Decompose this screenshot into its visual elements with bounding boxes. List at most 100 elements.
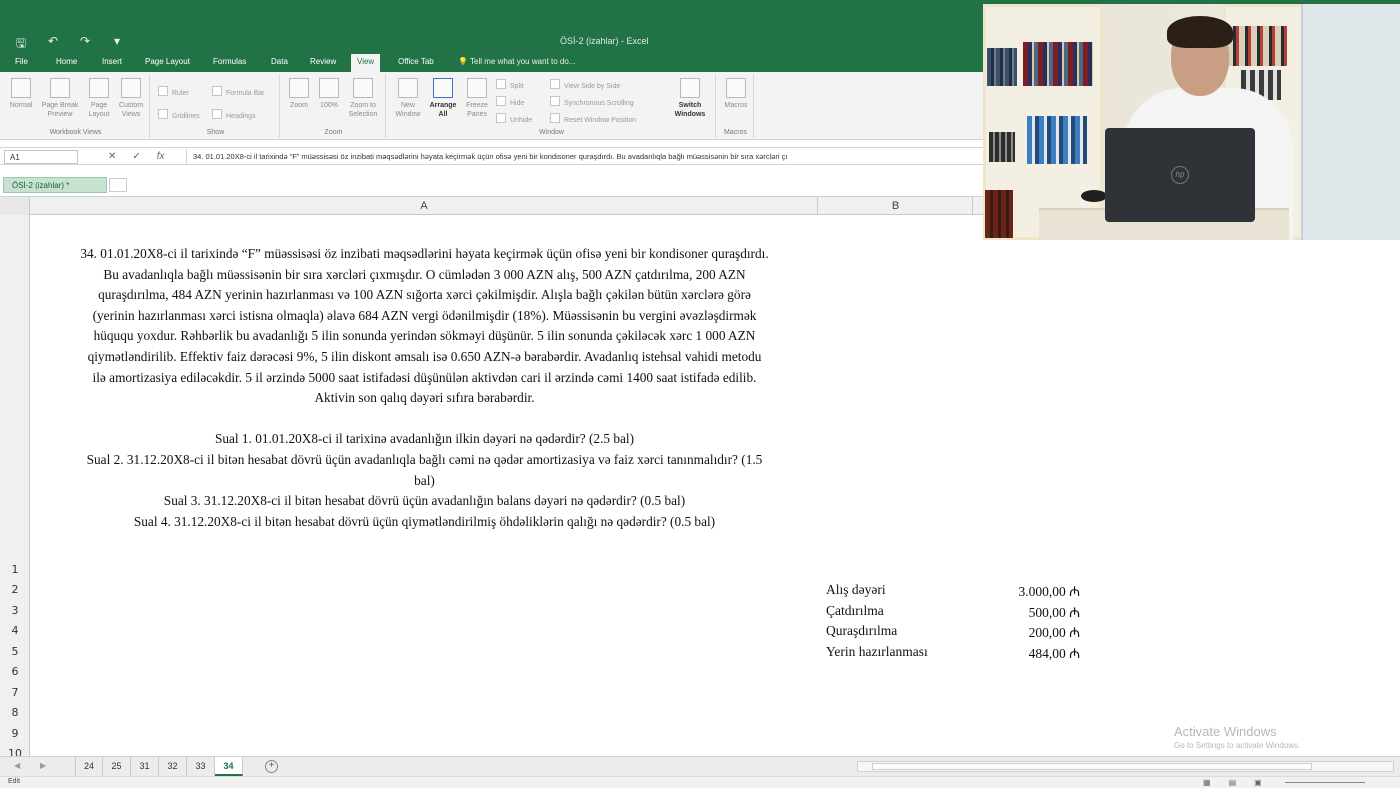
cost-value-site-prep[interactable]: 484,00 ₼ <box>1029 644 1080 662</box>
group-label-macros: Macros <box>724 129 747 136</box>
cost-label-delivery[interactable]: Çatdırılma <box>826 603 884 619</box>
headings-checkbox[interactable]: Headings <box>212 109 256 120</box>
group-label-window: Window <box>539 129 564 136</box>
row-header[interactable]: 1 <box>0 563 30 576</box>
custom-views-button[interactable]: Custom Views <box>114 78 148 119</box>
synchronous-scrolling-button[interactable]: Synchronous Scrolling <box>550 96 634 107</box>
gridlines-checkbox[interactable]: Gridlines <box>158 109 200 120</box>
page-break-label: Page Break Preview <box>41 102 79 118</box>
column-header-a[interactable]: A <box>31 197 818 215</box>
normal-view-button[interactable]: Normal <box>6 78 36 110</box>
formula-bar-checkbox[interactable]: Formula Bar <box>212 86 265 97</box>
tell-me-text: Tell me what you want to do... <box>470 57 576 66</box>
ruler-checkbox[interactable]: Ruler <box>158 86 189 97</box>
page-break-view-icon[interactable]: ▣ <box>1254 778 1262 787</box>
horizontal-scrollbar-thumb[interactable] <box>872 763 1312 770</box>
normal-view-label: Normal <box>9 102 33 109</box>
row-header[interactable]: 10 <box>0 747 30 756</box>
formula-input[interactable]: 34. 01.01.20X8-ci il tarixində “F” müəss… <box>186 149 983 164</box>
sheet-tab[interactable]: 24 <box>75 757 103 776</box>
normal-view-icon[interactable]: ▦ <box>1203 778 1211 787</box>
row-header[interactable]: 3 <box>0 604 30 617</box>
page-layout-view-button[interactable]: Page Layout <box>86 78 112 119</box>
tab-insert[interactable]: Insert <box>102 57 122 66</box>
arrange-all-button[interactable]: Arrange All <box>426 78 460 119</box>
tab-home[interactable]: Home <box>56 57 77 66</box>
column-header-b[interactable]: B <box>819 197 973 215</box>
question-line: hüququ yoxdur. Rəhbərlik bu avadanlığı 5… <box>93 328 756 344</box>
tab-data[interactable]: Data <box>271 57 288 66</box>
enter-icon[interactable]: ✓ <box>132 151 140 162</box>
scroll-tabs-right-icon[interactable]: ▶ <box>40 761 46 770</box>
cost-value-delivery[interactable]: 500,00 ₼ <box>1029 603 1080 621</box>
customize-qat-icon[interactable]: ▾ <box>110 34 124 55</box>
page-break-preview-button[interactable]: Page Break Preview <box>38 78 82 119</box>
sheet-tab[interactable]: 33 <box>187 757 215 776</box>
zoom-button[interactable]: Zoom <box>286 78 312 110</box>
sheet-tab-active[interactable]: 34 <box>215 757 243 776</box>
row-header[interactable]: 2 <box>0 583 30 596</box>
sual-2: Sual 2. 31.12.20X8-ci il bitən hesabat d… <box>86 451 763 467</box>
sheet-tab[interactable]: 31 <box>131 757 159 776</box>
row-header[interactable]: 9 <box>0 727 30 740</box>
tab-formulas[interactable]: Formulas <box>213 57 246 66</box>
row-header[interactable]: 7 <box>0 686 30 699</box>
zoom-slider[interactable] <box>1285 782 1365 783</box>
sheet-tab-bar: ◀ ▶ 24 25 31 32 33 34 + <box>0 756 1400 776</box>
zoom-to-selection-button[interactable]: Zoom to Selection <box>344 78 382 119</box>
view-side-by-side-button[interactable]: View Side by Side <box>550 79 620 90</box>
group-window: New Window Arrange All Freeze Panes Spli… <box>388 74 716 138</box>
switch-windows-button[interactable]: Switch Windows <box>668 78 712 119</box>
books <box>1027 116 1087 164</box>
row-header[interactable]: 5 <box>0 645 30 658</box>
presenter-hair <box>1167 16 1233 48</box>
row-headers: 1 2 3 4 5 6 7 8 9 10 <box>0 215 30 756</box>
arrange-all-label: Arrange All <box>429 102 457 118</box>
cost-value-installation[interactable]: 200,00 ₼ <box>1029 623 1080 641</box>
cost-value-purchase[interactable]: 3.000,00 ₼ <box>1018 582 1080 600</box>
question-cell-a1[interactable]: 34. 01.01.20X8-ci il tarixində “F” müəss… <box>31 244 818 532</box>
save-icon[interactable]: 🖫 <box>14 34 28 55</box>
select-all-corner[interactable] <box>0 197 30 215</box>
sual-2-continued: bal) <box>414 472 435 488</box>
sheet-tab[interactable]: 32 <box>159 757 187 776</box>
undo-icon[interactable]: ↶ <box>46 34 60 55</box>
tab-review[interactable]: Review <box>310 57 336 66</box>
title-bar: 🖫 ↶ ↷ ▾ ÖSİ-2 (izahlar) - Excel <box>0 30 983 54</box>
freeze-panes-button[interactable]: Freeze Panes <box>462 78 492 119</box>
row-header[interactable]: 8 <box>0 706 30 719</box>
row-header[interactable]: 6 <box>0 665 30 678</box>
cost-label-site-prep[interactable]: Yerin hazırlanması <box>826 644 928 660</box>
tell-me-search[interactable]: 💡 Tell me what you want to do... <box>458 57 575 66</box>
tab-office-tab[interactable]: Office Tab <box>398 57 434 66</box>
document-tab[interactable]: ÖSİ-2 (izahlar) * <box>3 177 107 193</box>
split-button[interactable]: Split <box>496 79 524 90</box>
tab-page-layout[interactable]: Page Layout <box>145 57 190 66</box>
redo-icon[interactable]: ↷ <box>78 34 92 55</box>
macros-button[interactable]: Macros <box>722 78 750 110</box>
cost-label-installation[interactable]: Quraşdırılma <box>826 623 897 639</box>
worksheet-grid[interactable]: 34. 01.01.20X8-ci il tarixində “F” müəss… <box>31 215 1400 756</box>
function-icon[interactable]: fx <box>157 151 165 162</box>
horizontal-scrollbar[interactable] <box>857 761 1394 772</box>
sheet-tab[interactable]: 25 <box>103 757 131 776</box>
tab-file[interactable]: File <box>15 57 28 66</box>
hide-button[interactable]: Hide <box>496 96 524 107</box>
tab-view[interactable]: View <box>351 54 381 72</box>
sual-1: Sual 1. 01.01.20X8-ci il tarixinə avadan… <box>214 431 635 447</box>
add-sheet-button[interactable]: + <box>265 760 278 773</box>
watermark-subtitle: Go to Settings to activate Windows. <box>1174 741 1301 750</box>
row-header[interactable]: 4 <box>0 624 30 637</box>
scroll-tabs-left-icon[interactable]: ◀ <box>14 761 20 770</box>
page-layout-view-icon[interactable]: ▤ <box>1229 778 1237 787</box>
new-document-tab-button[interactable] <box>109 178 127 192</box>
name-box[interactable]: A1 <box>4 150 78 164</box>
cost-label-purchase[interactable]: Alış dəyəri <box>826 582 886 598</box>
new-window-button[interactable]: New Window <box>392 78 424 119</box>
unhide-button[interactable]: Unhide <box>496 113 532 124</box>
zoom-selection-label: Zoom to Selection <box>348 102 378 118</box>
watermark-title: Activate Windows <box>1174 724 1277 739</box>
cancel-icon[interactable]: ✕ <box>108 151 116 162</box>
zoom-100-button[interactable]: 100% <box>316 78 342 110</box>
reset-window-position-button[interactable]: Reset Window Position <box>550 113 636 124</box>
